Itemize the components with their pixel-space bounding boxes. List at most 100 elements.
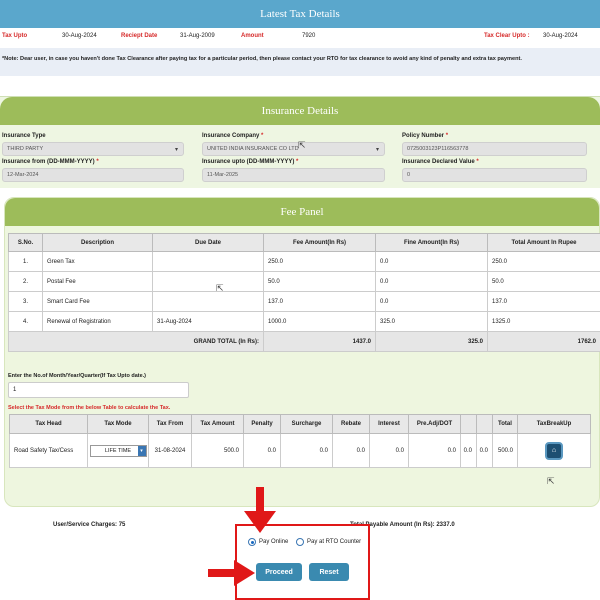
grand-total-amount: 1762.0 xyxy=(487,331,600,352)
total-cell: 500.0 xyxy=(492,433,518,468)
tax-breakup-cell: ⌂ xyxy=(517,433,591,468)
insurance-from-input[interactable]: 12-Mar-2024 xyxy=(2,168,184,182)
tax-upto-value: 30-Aug-2024 xyxy=(62,33,97,39)
tax-details-header: Latest Tax Details xyxy=(0,0,600,28)
tax-details-row: Tax Upto 30-Aug-2024 Reciept Date 31-Aug… xyxy=(0,30,600,44)
column-header: Penalty xyxy=(243,414,281,434)
column-header: Fee Amount(In Rs) xyxy=(263,233,376,252)
insurance-type-select[interactable]: THIRD PARTY ▾ xyxy=(2,142,184,156)
period-count-label: Enter the No.of Month/Year/Quarter(If Ta… xyxy=(8,373,147,379)
table-cell: 0.0 xyxy=(375,291,488,312)
declared-value-input[interactable]: 0 xyxy=(402,168,587,182)
table-row: 4. Renewal of Registration 31-Aug-2024 1… xyxy=(8,311,600,332)
pay-rto-radio[interactable]: Pay at RTO Counter xyxy=(296,538,361,546)
tax-mode-header-row: Tax Head Tax Mode Tax From Tax Amount Pe… xyxy=(9,414,591,434)
extra-cell: 0.0 xyxy=(476,433,493,468)
mouse-cursor-icon: ⇱ xyxy=(547,476,555,486)
pay-rto-label: Pay at RTO Counter xyxy=(307,539,362,545)
table-cell xyxy=(152,251,264,272)
table-row: 2. Postal Fee 50.0 0.0 50.0 xyxy=(8,271,600,292)
table-row: 3. Smart Card Fee 137.0 0.0 137.0 xyxy=(8,291,600,312)
insurance-upto-input[interactable]: 11-Mar-2025 xyxy=(202,168,385,182)
rebate-cell: 0.0 xyxy=(332,433,370,468)
tax-mode-select[interactable]: LIFE TIME ▾ xyxy=(89,444,147,457)
pay-online-label: Pay Online xyxy=(259,539,289,545)
tax-mode-cell: LIFE TIME ▾ xyxy=(87,433,149,468)
surcharge-cell: 0.0 xyxy=(280,433,333,468)
table-row: Road Safety Tax/Cess LIFE TIME ▾ 31-08-20… xyxy=(9,433,591,468)
amount-value: 7920 xyxy=(302,33,316,39)
grand-total-fine: 325.0 xyxy=(375,331,488,352)
table-cell xyxy=(152,271,264,292)
receipt-date-label: Reciept Date xyxy=(121,33,158,39)
annotation-arrow-right-icon xyxy=(208,560,255,586)
table-cell: 0.0 xyxy=(375,251,488,272)
table-cell: 2. xyxy=(8,271,43,292)
fee-table-header-row: S.No. Description Due Date Fee Amount(In… xyxy=(8,233,600,252)
table-cell: 1000.0 xyxy=(263,311,376,332)
column-header: Surcharge xyxy=(280,414,333,434)
extra-cell: 0.0 xyxy=(460,433,477,468)
fee-panel-header: Fee Panel xyxy=(5,198,599,226)
tax-upto-label: Tax Upto xyxy=(2,33,28,39)
penalty-cell: 0.0 xyxy=(243,433,281,468)
chevron-down-icon: ▾ xyxy=(137,445,146,456)
period-count-input[interactable]: 1 xyxy=(8,382,189,398)
column-header: Description xyxy=(42,233,153,252)
column-header: Total Amount In Rupee xyxy=(487,233,600,252)
mouse-cursor-icon: ⇱ xyxy=(216,283,224,293)
reset-button[interactable]: Reset xyxy=(309,563,349,581)
insurance-upto-label: Insurance upto (DD-MMM-YYYY) * xyxy=(202,159,299,165)
insurance-company-select[interactable]: UNITED INDIA INSURANCE CO LTD ▾ xyxy=(202,142,385,156)
table-cell: 1325.0 xyxy=(487,311,600,332)
table-cell: 31-Aug-2024 xyxy=(152,311,264,332)
table-cell: Smart Card Fee xyxy=(42,291,153,312)
chevron-down-icon: ▾ xyxy=(174,147,178,153)
table-cell: 250.0 xyxy=(263,251,376,272)
radio-selected-icon xyxy=(248,538,256,546)
table-cell: 50.0 xyxy=(263,271,376,292)
column-header: Tax Amount xyxy=(191,414,244,434)
table-cell xyxy=(152,291,264,312)
tax-mode-instruction: Select the Tax Mode from the below Table… xyxy=(8,405,171,411)
column-header: Total xyxy=(492,414,518,434)
table-cell: 325.0 xyxy=(375,311,488,332)
column-header: Due Date xyxy=(152,233,264,252)
policy-number-input[interactable]: 0725003123P116563778 xyxy=(402,142,587,156)
mouse-cursor-icon: ⇱ xyxy=(298,140,306,150)
column-header: Tax From xyxy=(148,414,192,434)
receipt-date-value: 31-Aug-2009 xyxy=(180,33,215,39)
table-cell: 137.0 xyxy=(487,291,600,312)
amount-label: Amount xyxy=(241,33,264,39)
tax-mode-table: Tax Head Tax Mode Tax From Tax Amount Pe… xyxy=(9,414,591,468)
table-cell: 0.0 xyxy=(375,271,488,292)
declared-value-label: Insurance Declared Value * xyxy=(402,159,479,165)
interest-cell: 0.0 xyxy=(369,433,409,468)
column-header: Pre.Adj/DOT xyxy=(408,414,461,434)
grand-total-row: GRAND TOTAL (In Rs): 1437.0 325.0 1762.0 xyxy=(8,331,600,352)
table-cell: 137.0 xyxy=(263,291,376,312)
annotation-arrow-down-icon xyxy=(244,487,276,533)
table-cell: Green Tax xyxy=(42,251,153,272)
pay-online-radio[interactable]: Pay Online xyxy=(248,538,288,546)
column-header: Rebate xyxy=(332,414,370,434)
tax-breakup-button[interactable]: ⌂ xyxy=(545,441,563,460)
insurance-type-label: Insurance Type xyxy=(2,133,46,139)
column-header: Fine Amount(In Rs) xyxy=(375,233,488,252)
insurance-company-label: Insurance Company * xyxy=(202,133,264,139)
radio-unselected-icon xyxy=(296,538,304,546)
insurance-from-label: Insurance from (DD-MMM-YYYY) * xyxy=(2,159,99,165)
table-cell: 3. xyxy=(8,291,43,312)
table-cell: Renewal of Registration xyxy=(42,311,153,332)
table-row: 1. Green Tax 250.0 0.0 250.0 xyxy=(8,251,600,272)
table-cell: Postal Fee xyxy=(42,271,153,292)
tax-from-cell: 31-08-2024 xyxy=(148,433,192,468)
chevron-down-icon: ▾ xyxy=(375,147,379,153)
tax-clear-label: Tax Clear Upto : xyxy=(484,33,530,39)
grand-total-label: GRAND TOTAL (In Rs): xyxy=(8,331,264,352)
column-header: TaxBreakUp xyxy=(517,414,591,434)
fee-table: S.No. Description Due Date Fee Amount(In… xyxy=(8,233,600,352)
table-cell: 50.0 xyxy=(487,271,600,292)
proceed-button[interactable]: Proceed xyxy=(256,563,302,581)
policy-number-label: Policy Number * xyxy=(402,133,449,139)
